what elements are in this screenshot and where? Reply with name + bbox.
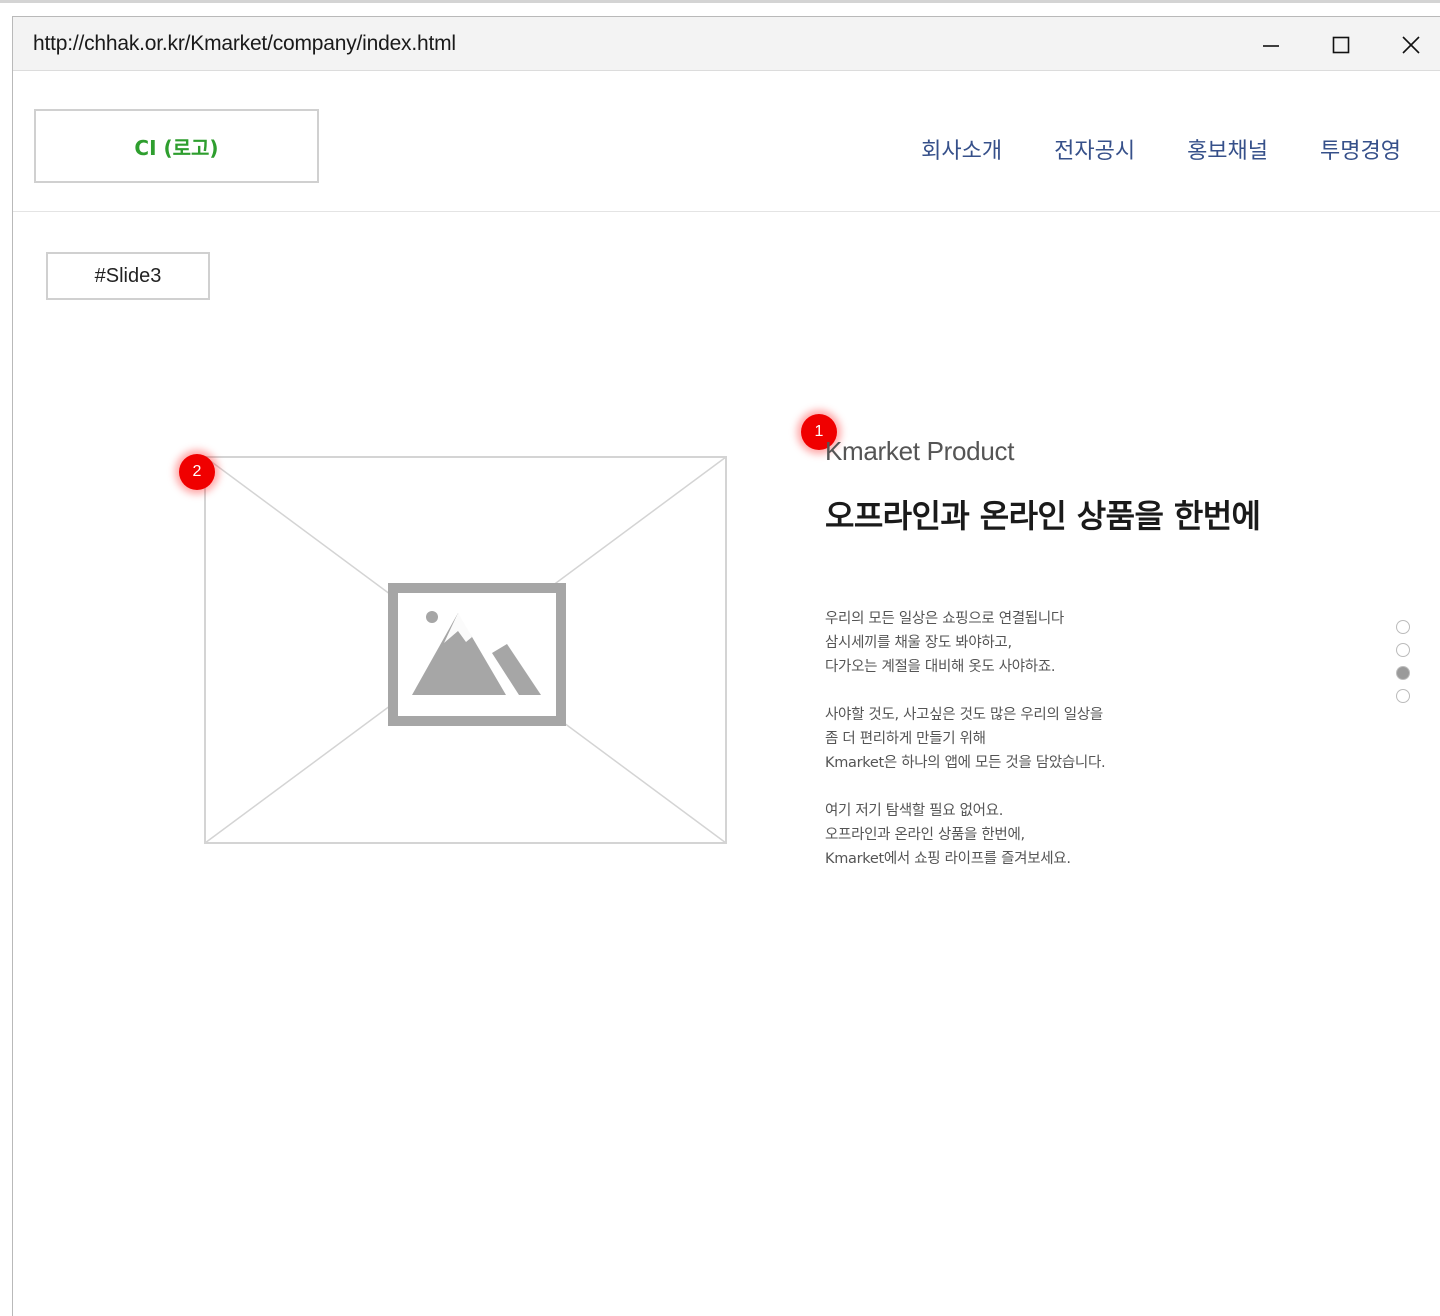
- annotation-marker-2: 2: [179, 454, 215, 490]
- pagination-dot-2[interactable]: [1396, 643, 1410, 657]
- paragraph-3: 여기 저기 탐색할 필요 없어요. 오프라인과 온라인 상품을 한번에, Kma…: [825, 799, 1385, 871]
- minimize-icon: [1263, 45, 1279, 47]
- body-line: 오프라인과 온라인 상품을 한번에,: [825, 827, 1025, 843]
- slide-pagination: [1396, 620, 1416, 712]
- body-line: 좀 더 편리하게 만들기 위해: [825, 731, 986, 747]
- body-line: 여기 저기 탐색할 필요 없어요.: [825, 803, 1004, 819]
- close-icon: [1402, 36, 1420, 54]
- paragraph-1: 우리의 모든 일상은 쇼핑으로 연결됩니다 삼시세끼를 채울 장도 봐야하고, …: [825, 607, 1385, 679]
- slide-body: 우리의 모든 일상은 쇼핑으로 연결됩니다 삼시세끼를 채울 장도 봐야하고, …: [825, 607, 1385, 871]
- screen-top-edge: [0, 0, 1440, 3]
- nav-item-disclosure[interactable]: 전자공시: [1054, 133, 1135, 165]
- product-image-placeholder: [204, 456, 727, 844]
- slide-eyebrow: Kmarket Product: [825, 436, 1015, 466]
- body-line: 삼시세끼를 채울 장도 봐야하고,: [825, 635, 1012, 651]
- nav-item-pr-channel[interactable]: 홍보채널: [1187, 133, 1268, 165]
- url-text: http://chhak.or.kr/Kmarket/company/index…: [33, 32, 456, 55]
- main-nav: 회사소개 전자공시 홍보채널 투명경영: [921, 133, 1401, 165]
- slide-text: Kmarket Product 오프라인과 온라인 상품을 한번에 우리의 모든…: [825, 436, 1385, 895]
- paragraph-2: 사야할 것도, 사고싶은 것도 많은 우리의 일상을 좀 더 편리하게 만들기 …: [825, 703, 1385, 775]
- nav-item-ethics[interactable]: 투명경영: [1320, 133, 1401, 165]
- image-placeholder-icon: [204, 456, 727, 844]
- body-line: Kmarket은 하나의 앱에 모든 것을 담았습니다.: [825, 755, 1106, 771]
- close-button[interactable]: [1391, 25, 1431, 65]
- logo-link[interactable]: CI (로고): [34, 109, 319, 183]
- title-bar: http://chhak.or.kr/Kmarket/company/index…: [13, 17, 1440, 71]
- site-header: CI (로고) 회사소개 전자공시 홍보채널 투명경영: [13, 71, 1440, 212]
- pagination-dot-3[interactable]: [1396, 666, 1410, 680]
- maximize-button[interactable]: [1321, 25, 1361, 65]
- body-line: 사야할 것도, 사고싶은 것도 많은 우리의 일상을: [825, 707, 1103, 723]
- maximize-icon: [1332, 36, 1350, 54]
- pagination-dot-4[interactable]: [1396, 689, 1410, 703]
- body-line: 우리의 모든 일상은 쇼핑으로 연결됩니다: [825, 611, 1064, 627]
- slide-headline: 오프라인과 온라인 상품을 한번에: [825, 497, 1261, 535]
- body-line: 다가오는 계절을 대비해 옷도 사야하죠.: [825, 659, 1056, 675]
- slide-label: #Slide3: [46, 252, 210, 300]
- body-line: Kmarket에서 쇼핑 라이프를 즐겨보세요.: [825, 851, 1071, 867]
- nav-item-company[interactable]: 회사소개: [921, 133, 1002, 165]
- pagination-dot-1[interactable]: [1396, 620, 1410, 634]
- minimize-button[interactable]: [1251, 25, 1291, 65]
